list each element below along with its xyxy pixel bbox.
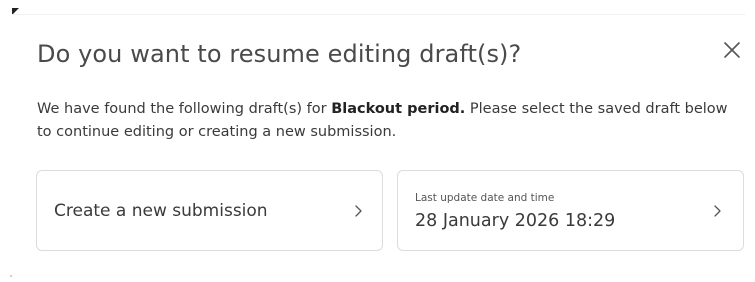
create-new-submission-label: Create a new submission bbox=[54, 201, 268, 221]
dialog-description: We have found the following draft(s) for… bbox=[37, 98, 742, 144]
chevron-right-icon bbox=[354, 204, 364, 218]
close-button[interactable] bbox=[720, 38, 744, 62]
top-divider bbox=[12, 14, 745, 15]
chevron-right-icon bbox=[713, 204, 723, 218]
description-text-before: We have found the following draft(s) for bbox=[37, 101, 332, 117]
decorative-dot bbox=[10, 275, 12, 277]
create-new-submission-card[interactable]: Create a new submission bbox=[36, 170, 383, 251]
close-icon bbox=[720, 38, 744, 62]
description-draft-name: Blackout period. bbox=[331, 101, 466, 117]
draft-last-update-value: 28 January 2026 18:29 bbox=[415, 211, 616, 231]
saved-draft-card[interactable]: Last update date and time 28 January 202… bbox=[397, 170, 744, 251]
draft-last-update-label: Last update date and time bbox=[415, 192, 555, 204]
dialog-title: Do you want to resume editing draft(s)? bbox=[37, 40, 522, 68]
